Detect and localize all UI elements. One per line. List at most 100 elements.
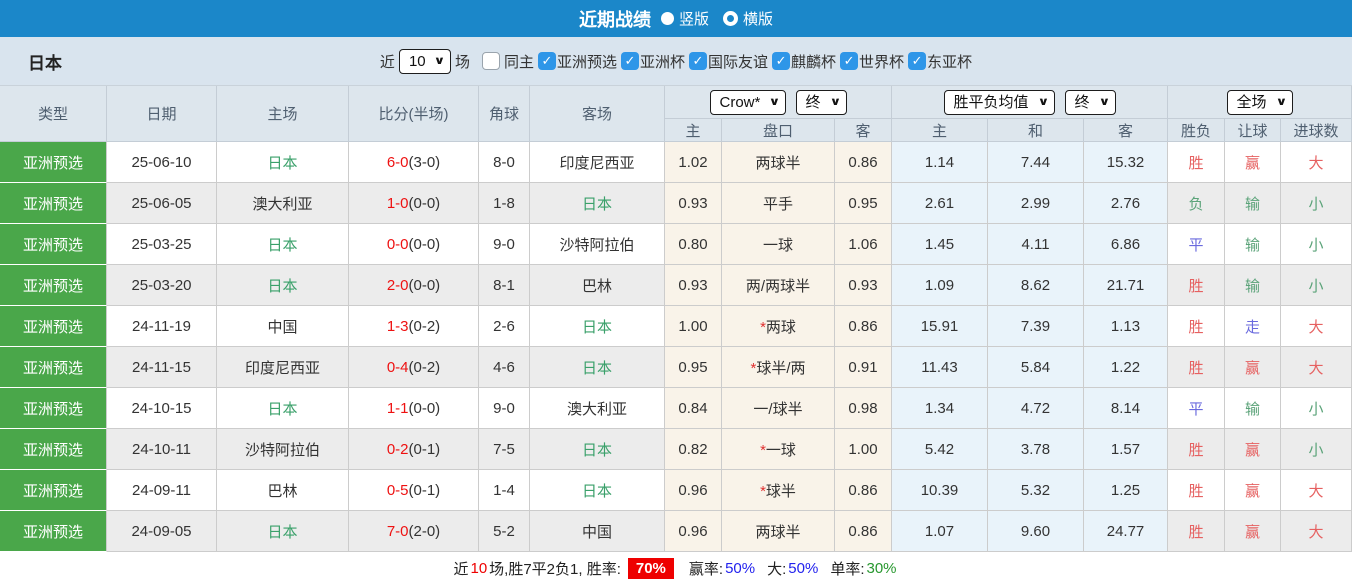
halftime-score: (0-2) — [409, 359, 441, 376]
cell-away-team: 日本 — [530, 347, 665, 388]
recent-count-select[interactable]: 10 — [399, 49, 451, 74]
cell-result-wdl: 胜 — [1168, 142, 1225, 183]
cell-result-handicap: 赢 — [1225, 470, 1281, 511]
cell-date: 25-06-10 — [107, 142, 217, 183]
result-group-header: 全场 ∨ — [1168, 86, 1352, 119]
radio-unselected-icon[interactable] — [723, 11, 738, 26]
cell-odds-win: 2.61 — [892, 183, 988, 224]
cell-score: 1-1(0-0) — [349, 388, 479, 429]
cell-home-team: 巴林 — [217, 470, 349, 511]
odds-type-select[interactable]: 胜平负均值 — [944, 90, 1055, 115]
over-rate-value: 50% — [788, 560, 818, 577]
col-header-corner: 角球 — [479, 86, 530, 142]
cell-result-goals: 小 — [1281, 265, 1352, 306]
handicap-time-select[interactable]: 终 — [796, 90, 847, 115]
cell-score: 7-0(2-0) — [349, 511, 479, 552]
cell-result-wdl: 胜 — [1168, 306, 1225, 347]
cell-result-goals: 小 — [1281, 388, 1352, 429]
competition-label[interactable]: 亚洲预选 — [557, 51, 617, 72]
bookmaker-select[interactable]: Crow* — [710, 90, 786, 115]
scope-select[interactable]: 全场 — [1227, 90, 1293, 115]
subheader-handicap-home: 主 — [665, 119, 722, 142]
col-header-date: 日期 — [107, 86, 217, 142]
cell-score: 0-2(0-1) — [349, 429, 479, 470]
match-row: 亚洲预选 24-09-05 日本 7-0(2-0) 5-2 中国 0.96 两球… — [0, 511, 1352, 552]
odds-time-select[interactable]: 终 — [1065, 90, 1116, 115]
cell-odds-win: 1.07 — [892, 511, 988, 552]
cell-corners: 9-0 — [479, 388, 530, 429]
competition-filter-east-asian-cup[interactable]: ✓ 东亚杯 — [908, 51, 972, 72]
cell-handicap-line: 两球半 — [722, 142, 835, 183]
competition-filter-asian-qualifiers[interactable]: ✓ 亚洲预选 — [538, 51, 617, 72]
competition-filter-asian-cup[interactable]: ✓ 亚洲杯 — [621, 51, 685, 72]
competition-label[interactable]: 世界杯 — [859, 51, 904, 72]
cell-odds-win: 10.39 — [892, 470, 988, 511]
match-row: 亚洲预选 24-09-11 巴林 0-5(0-1) 1-4 日本 0.96 *球… — [0, 470, 1352, 511]
checkbox-checked-icon[interactable]: ✓ — [772, 52, 790, 70]
single-rate-label: 单率: — [830, 558, 864, 579]
radio-horizontal-layout[interactable]: 横版 — [723, 8, 773, 29]
cell-date: 25-03-25 — [107, 224, 217, 265]
fulltime-score: 2-0 — [387, 277, 409, 294]
cell-corners: 8-0 — [479, 142, 530, 183]
radio-selected-icon[interactable] — [661, 12, 674, 25]
cell-home-team: 日本 — [217, 142, 349, 183]
header-row-groups: 类型 日期 主场 比分(半场) 角球 客场 Crow* ∨ — [0, 86, 1352, 119]
radio-horizontal-label[interactable]: 横版 — [743, 8, 773, 29]
bookmaker-select-wrap: Crow* ∨ — [710, 90, 786, 115]
competition-label[interactable]: 麒麟杯 — [791, 51, 836, 72]
page-title: 近期战绩 — [579, 6, 651, 32]
subheader-odds-draw: 和 — [988, 119, 1084, 142]
cell-handicap-line: *一球 — [722, 429, 835, 470]
halftime-score: (3-0) — [409, 154, 441, 171]
col-header-type: 类型 — [0, 86, 107, 142]
cell-handicap-home-odds: 0.82 — [665, 429, 722, 470]
handicap-win-rate-value: 50% — [725, 560, 755, 577]
cell-date: 24-10-15 — [107, 388, 217, 429]
checkbox-checked-icon[interactable]: ✓ — [621, 52, 639, 70]
match-row: 亚洲预选 24-11-19 中国 1-3(0-2) 2-6 日本 1.00 *两… — [0, 306, 1352, 347]
cell-result-handicap: 输 — [1225, 183, 1281, 224]
fulltime-score: 1-1 — [387, 400, 409, 417]
competition-label[interactable]: 东亚杯 — [927, 51, 972, 72]
checkbox-checked-icon[interactable]: ✓ — [538, 52, 556, 70]
radio-vertical-label[interactable]: 竖版 — [679, 8, 709, 29]
cell-home-team: 澳大利亚 — [217, 183, 349, 224]
match-results-table: 类型 日期 主场 比分(半场) 角球 客场 Crow* ∨ — [0, 85, 1352, 552]
cell-handicap-line: *球半/两 — [722, 347, 835, 388]
halftime-score: (0-1) — [409, 482, 441, 499]
cell-odds-lose: 1.25 — [1084, 470, 1168, 511]
cell-competition: 亚洲预选 — [0, 183, 107, 224]
cell-corners: 8-1 — [479, 265, 530, 306]
competition-label[interactable]: 亚洲杯 — [640, 51, 685, 72]
cell-handicap-home-odds: 1.02 — [665, 142, 722, 183]
subheader-handicap-away: 客 — [835, 119, 892, 142]
odds-type-select-wrap: 胜平负均值 ∨ — [944, 90, 1055, 115]
competition-filter-world-cup[interactable]: ✓ 世界杯 — [840, 51, 904, 72]
same-home-checkbox[interactable] — [482, 52, 500, 70]
cell-handicap-line: 两球半 — [722, 511, 835, 552]
competition-filter-friendly[interactable]: ✓ 国际友谊 — [689, 51, 768, 72]
competition-label[interactable]: 国际友谊 — [708, 51, 768, 72]
checkbox-checked-icon[interactable]: ✓ — [689, 52, 707, 70]
cell-score: 0-5(0-1) — [349, 470, 479, 511]
summary-footer: 近10场,胜7平2负1, 胜率:70%赢率:50%大:50%单率:30% — [0, 552, 1352, 583]
cell-result-handicap: 赢 — [1225, 347, 1281, 388]
cell-handicap-away-odds: 0.86 — [835, 306, 892, 347]
cell-competition: 亚洲预选 — [0, 470, 107, 511]
checkbox-checked-icon[interactable]: ✓ — [840, 52, 858, 70]
halftime-score: (2-0) — [409, 523, 441, 540]
checkbox-checked-icon[interactable]: ✓ — [908, 52, 926, 70]
cell-odds-win: 1.34 — [892, 388, 988, 429]
cell-date: 25-06-05 — [107, 183, 217, 224]
handicap-text: 两/两球半 — [746, 278, 810, 295]
cell-home-team: 沙特阿拉伯 — [217, 429, 349, 470]
cell-result-wdl: 负 — [1168, 183, 1225, 224]
subheader-result-handicap: 让球 — [1225, 119, 1281, 142]
competition-filter-kirin-cup[interactable]: ✓ 麒麟杯 — [772, 51, 836, 72]
cell-corners: 9-0 — [479, 224, 530, 265]
cell-corners: 1-8 — [479, 183, 530, 224]
cell-competition: 亚洲预选 — [0, 347, 107, 388]
cell-score: 2-0(0-0) — [349, 265, 479, 306]
radio-vertical-layout[interactable]: 竖版 — [661, 8, 709, 29]
